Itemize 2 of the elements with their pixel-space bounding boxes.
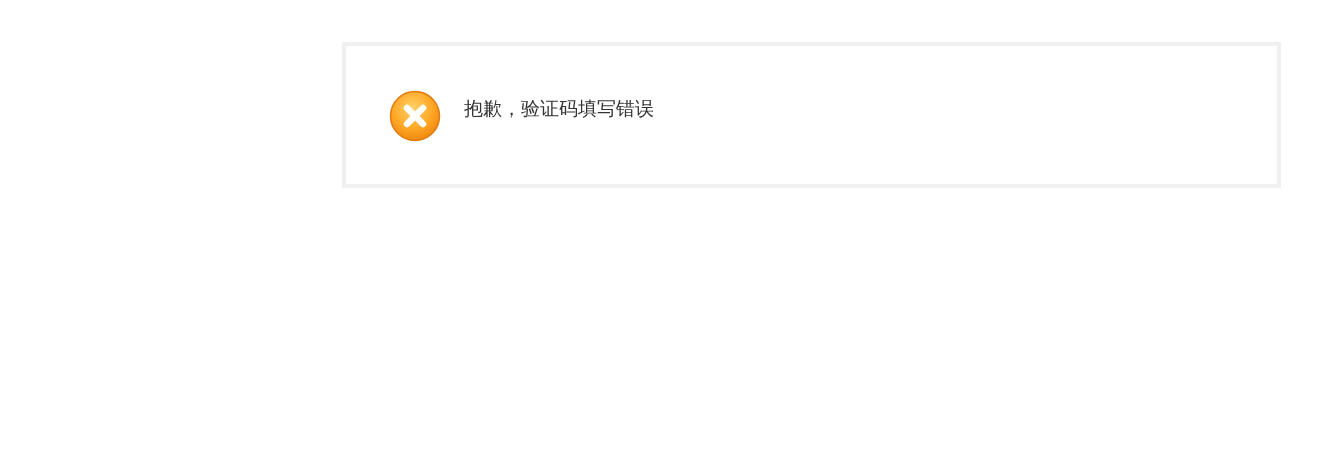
error-icon <box>389 90 441 142</box>
error-message: 抱歉，验证码填写错误 <box>464 96 654 121</box>
